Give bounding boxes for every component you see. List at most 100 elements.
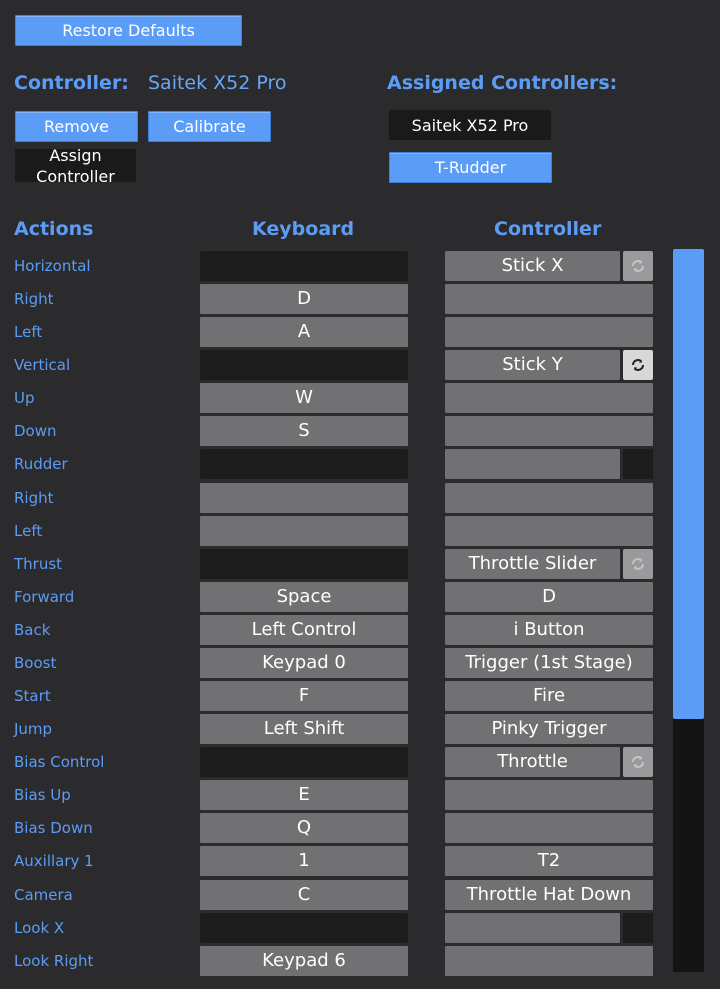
action-label: Bias Down: [14, 819, 93, 838]
binding-row: Horizontal Stick X: [0, 251, 672, 282]
action-label: Vertical: [14, 356, 71, 375]
controller-binding[interactable]: Pinky Trigger: [445, 714, 653, 745]
action-label: Bias Up: [14, 786, 71, 805]
restore-defaults-button[interactable]: Restore Defaults: [15, 15, 242, 46]
controller-name: Saitek X52 Pro: [148, 72, 287, 94]
controller-binding[interactable]: [445, 317, 653, 348]
action-label: Forward: [14, 587, 75, 606]
binding-row: Forward Space D: [0, 581, 672, 613]
invert-axis-icon[interactable]: [623, 912, 653, 943]
action-label: Rudder: [14, 455, 68, 474]
controller-binding[interactable]: D: [445, 581, 653, 612]
invert-axis-icon[interactable]: [623, 350, 653, 381]
binding-row: Left: [0, 515, 672, 547]
scrollbar-track[interactable]: [673, 249, 704, 972]
controller-binding[interactable]: Trigger (1st Stage): [445, 647, 653, 678]
action-label: Right: [14, 290, 54, 309]
binding-row: Jump Left Shift Pinky Trigger: [0, 714, 672, 745]
binding-row: Back Left Control i Button: [0, 614, 672, 646]
binding-row: Right: [0, 482, 672, 514]
binding-row: Right D: [0, 284, 672, 315]
action-label: Look X: [14, 918, 65, 937]
binding-row: Camera C Throttle Hat Down: [0, 879, 672, 911]
controller-binding[interactable]: Throttle Slider: [445, 548, 620, 579]
action-label: Left: [14, 521, 43, 540]
keyboard-binding: [200, 350, 408, 381]
controller-binding[interactable]: [445, 912, 620, 943]
binding-row: Auxillary 1 1 T2: [0, 846, 672, 877]
binding-row: Start F Fire: [0, 681, 672, 712]
keyboard-binding[interactable]: D: [200, 284, 408, 315]
controller-binding[interactable]: Throttle: [445, 747, 620, 778]
controller-label: Controller:: [14, 72, 129, 94]
keyboard-binding[interactable]: Keypad 6: [200, 945, 408, 976]
action-label: Look Right: [14, 951, 94, 970]
assign-controller-button[interactable]: Assign Controller: [15, 146, 136, 186]
controller-binding[interactable]: Stick X: [445, 251, 620, 281]
keyboard-binding[interactable]: W: [200, 383, 408, 414]
controller-binding[interactable]: [445, 383, 653, 414]
action-label: Bias Control: [14, 753, 105, 772]
keyboard-binding[interactable]: Q: [200, 813, 408, 844]
controller-binding[interactable]: [445, 482, 653, 513]
column-header-actions: Actions: [14, 218, 94, 240]
scrollbar-thumb[interactable]: [673, 249, 704, 719]
action-label: Left: [14, 323, 43, 342]
action-label: Horizontal: [14, 257, 91, 275]
controller-binding[interactable]: [445, 813, 653, 844]
keyboard-binding: [200, 912, 408, 943]
column-header-keyboard: Keyboard: [252, 218, 355, 240]
invert-axis-icon[interactable]: [623, 747, 653, 778]
binding-row: Look Right Keypad 6: [0, 945, 672, 977]
keyboard-binding[interactable]: Keypad 0: [200, 647, 408, 678]
controller-binding[interactable]: T2: [445, 846, 653, 877]
controller-binding[interactable]: [445, 449, 620, 480]
binding-row: Left A: [0, 317, 672, 348]
action-label: Up: [14, 389, 35, 408]
controller-binding[interactable]: [445, 945, 653, 976]
calibrate-button[interactable]: Calibrate: [148, 111, 271, 142]
column-header-controller: Controller: [494, 218, 602, 240]
remove-button[interactable]: Remove: [15, 111, 138, 142]
action-label: Camera: [14, 885, 73, 904]
keyboard-binding: [200, 548, 408, 579]
invert-axis-icon[interactable]: [623, 548, 653, 579]
keyboard-binding[interactable]: [200, 482, 408, 513]
keyboard-binding[interactable]: F: [200, 681, 408, 712]
binding-row: Boost Keypad 0 Trigger (1st Stage): [0, 647, 672, 679]
controller-binding[interactable]: Stick Y: [445, 350, 620, 381]
controller-binding[interactable]: Fire: [445, 681, 653, 712]
controller-binding[interactable]: Throttle Hat Down: [445, 879, 653, 910]
controller-binding[interactable]: [445, 780, 653, 811]
action-label: Back: [14, 620, 51, 639]
controller-binding[interactable]: [445, 284, 653, 315]
keyboard-binding[interactable]: Left Shift: [200, 714, 408, 745]
binding-row: Bias Control Throttle: [0, 747, 672, 778]
keyboard-binding[interactable]: Space: [200, 581, 408, 612]
controller-binding[interactable]: i Button: [445, 614, 653, 645]
controller-binding[interactable]: [445, 515, 653, 546]
invert-axis-icon[interactable]: [623, 449, 653, 480]
keyboard-binding[interactable]: A: [200, 317, 408, 348]
keyboard-binding[interactable]: S: [200, 416, 408, 447]
binding-row: Vertical Stick Y: [0, 350, 672, 381]
keyboard-binding[interactable]: 1: [200, 846, 408, 877]
keyboard-binding[interactable]: Left Control: [200, 614, 408, 645]
keyboard-binding: [200, 449, 408, 480]
binding-row: Thrust Throttle Slider: [0, 548, 672, 580]
keyboard-binding: [200, 251, 408, 281]
binding-row: Down S: [0, 416, 672, 447]
keyboard-binding[interactable]: C: [200, 879, 408, 910]
assigned-controllers-label: Assigned Controllers:: [387, 72, 618, 94]
binding-row: Look X: [0, 912, 672, 944]
keyboard-binding[interactable]: E: [200, 780, 408, 811]
controller-binding[interactable]: [445, 416, 653, 447]
action-label: Boost: [14, 653, 57, 672]
action-label: Thrust: [14, 554, 63, 573]
invert-axis-icon[interactable]: [623, 251, 653, 281]
keyboard-binding[interactable]: [200, 515, 408, 546]
binding-row: Bias Up E: [0, 780, 672, 811]
binding-row: Bias Down Q: [0, 813, 672, 844]
assigned-controller-item[interactable]: Saitek X52 Pro: [389, 110, 551, 140]
assigned-controller-item[interactable]: T-Rudder: [389, 152, 552, 183]
